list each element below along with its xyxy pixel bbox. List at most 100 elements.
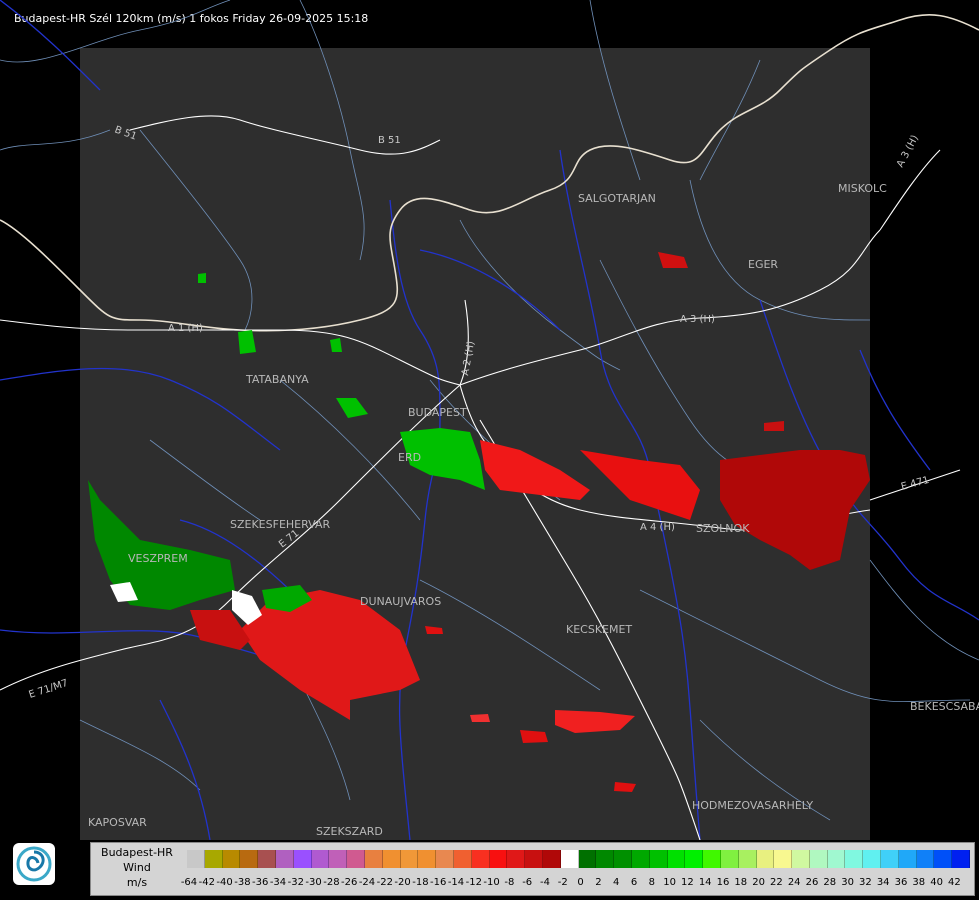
- legend-tick-label: 22: [770, 877, 783, 888]
- legend-swatch: [792, 850, 810, 868]
- legend-swatch: [596, 850, 615, 868]
- legend-tick-label: 20: [752, 877, 765, 888]
- legend-tick-label: 34: [876, 877, 890, 888]
- city-label: BEKESCSABA: [910, 700, 979, 713]
- legend-title-unit: m/s: [126, 876, 148, 889]
- legend-swatch: [525, 850, 543, 868]
- legend-swatch: [400, 850, 419, 868]
- legend-tick-label: -20: [394, 877, 411, 888]
- road-label: A 3 (H): [895, 133, 921, 169]
- city-label: MISKOLC: [838, 182, 887, 195]
- legend-tick-label: 16: [716, 877, 730, 888]
- legend-title: Budapest-HR Wind m/s: [91, 845, 183, 890]
- legend-swatch: [275, 850, 294, 868]
- legend-tick-label: 36: [894, 877, 908, 888]
- city-label: KAPOSVAR: [88, 816, 147, 829]
- legend-tick-label: 6: [630, 877, 638, 888]
- legend-swatch: [222, 850, 241, 868]
- legend-tick-label: 30: [841, 877, 854, 888]
- legend-tick-label: -8: [504, 877, 515, 888]
- legend-swatch: [952, 850, 971, 868]
- city-label: EGER: [748, 258, 778, 271]
- city-label: ERD: [398, 451, 421, 464]
- legend-swatch: [329, 850, 348, 868]
- legend-tick-label: -28: [323, 877, 340, 888]
- legend-swatch: [720, 850, 739, 868]
- legend-swatch: [809, 850, 828, 868]
- legend-swatch: [382, 850, 401, 868]
- swirl-logo-icon: [16, 846, 52, 882]
- legend-swatch: [685, 850, 704, 868]
- omsz-logo: [13, 843, 55, 885]
- legend-tick-label: -22: [376, 877, 393, 888]
- city-label: DUNAUJVAROS: [360, 595, 441, 608]
- radar-map[interactable]: SALGOTARJAN EGER MISKOLC TATABANYA BUDAP…: [0, 0, 979, 840]
- legend-tick-label: 8: [648, 877, 655, 888]
- road-label: B 51: [378, 135, 401, 146]
- city-label: SZEKSZARD: [316, 825, 383, 838]
- legend-swatch: [471, 850, 490, 868]
- legend-tick-label: -2: [557, 877, 568, 888]
- legend-tick-label: 14: [698, 877, 712, 888]
- legend-tick-label: 4: [613, 877, 620, 888]
- legend-tick-label: 40: [930, 877, 943, 888]
- legend-swatch: [667, 850, 686, 868]
- legend-swatch: [364, 850, 383, 868]
- legend-tick-label: -18: [412, 877, 429, 888]
- legend-swatch: [311, 850, 330, 868]
- legend-tick-label: -32: [287, 877, 304, 888]
- road-label: A 4 (H): [640, 522, 675, 533]
- legend-tick-label: 18: [734, 877, 748, 888]
- legend-tick-label: 0: [577, 877, 584, 888]
- legend-tick-label: -26: [341, 877, 358, 888]
- legend-swatch: [898, 850, 917, 868]
- legend-swatch: [614, 850, 632, 868]
- legend-tick-label: 28: [823, 877, 837, 888]
- road-label: A 1 (H): [168, 323, 203, 334]
- legend-tick-label: -36: [252, 877, 269, 888]
- legend-swatch: [934, 850, 953, 868]
- legend-tick-label: -40: [216, 877, 233, 888]
- legend-swatch: [863, 850, 882, 868]
- wind-legend: Budapest-HR Wind m/s -64 -42 -40 -38 -36 -34-…: [90, 842, 975, 896]
- city-label: HODMEZOVASARHELY: [692, 799, 813, 812]
- legend-title-product: Wind: [123, 861, 151, 874]
- legend-tick-label: -64: [180, 877, 198, 888]
- legend-swatch: [845, 850, 864, 868]
- legend-swatch: [489, 850, 508, 868]
- legend-tick-label: -4: [540, 877, 550, 888]
- legend-swatch: [293, 850, 312, 868]
- legend-swatch: [649, 850, 668, 868]
- legend-title-radar: Budapest-HR: [101, 846, 173, 859]
- legend-tick-label: -38: [234, 877, 251, 888]
- legend-tick-label: -30: [305, 877, 322, 888]
- city-label: SZEKESFEHERVAR: [230, 518, 331, 531]
- legend-ticks: -64 -42 -40 -38 -36 -34 -32 -30 -28 -26 -24 -22 -20-…: [181, 877, 977, 891]
- legend-swatch: [436, 850, 454, 868]
- legend-tick-label: 42: [948, 877, 961, 888]
- legend-tick-label: 38: [912, 877, 926, 888]
- legend-tick-label: -6: [522, 877, 533, 888]
- city-label: BUDAPEST: [408, 406, 467, 419]
- city-label: TATABANYA: [245, 373, 309, 386]
- legend-swatch: [453, 850, 472, 868]
- legend-swatch: [187, 850, 205, 868]
- legend-swatch: [631, 850, 650, 868]
- legend-swatch: [774, 850, 793, 868]
- city-label: VESZPREM: [128, 552, 188, 565]
- legend-swatch: [258, 850, 276, 868]
- legend-swatch: [827, 850, 846, 868]
- city-label: SALGOTARJAN: [578, 192, 656, 205]
- legend-tick-label: -16: [430, 877, 447, 888]
- legend-swatch: [738, 850, 757, 868]
- road-label: A 3 (H): [680, 314, 715, 325]
- legend-tick-label: -42: [198, 877, 215, 888]
- legend-tick-label: 12: [681, 877, 694, 888]
- legend-tick-label: 24: [787, 877, 801, 888]
- legend-tick-label: -34: [269, 877, 287, 888]
- legend-tick-label: -10: [483, 877, 500, 888]
- legend-color-scale: [187, 850, 971, 868]
- legend-swatch: [240, 850, 259, 868]
- legend-swatch: [347, 850, 365, 868]
- legend-swatch: [418, 850, 437, 868]
